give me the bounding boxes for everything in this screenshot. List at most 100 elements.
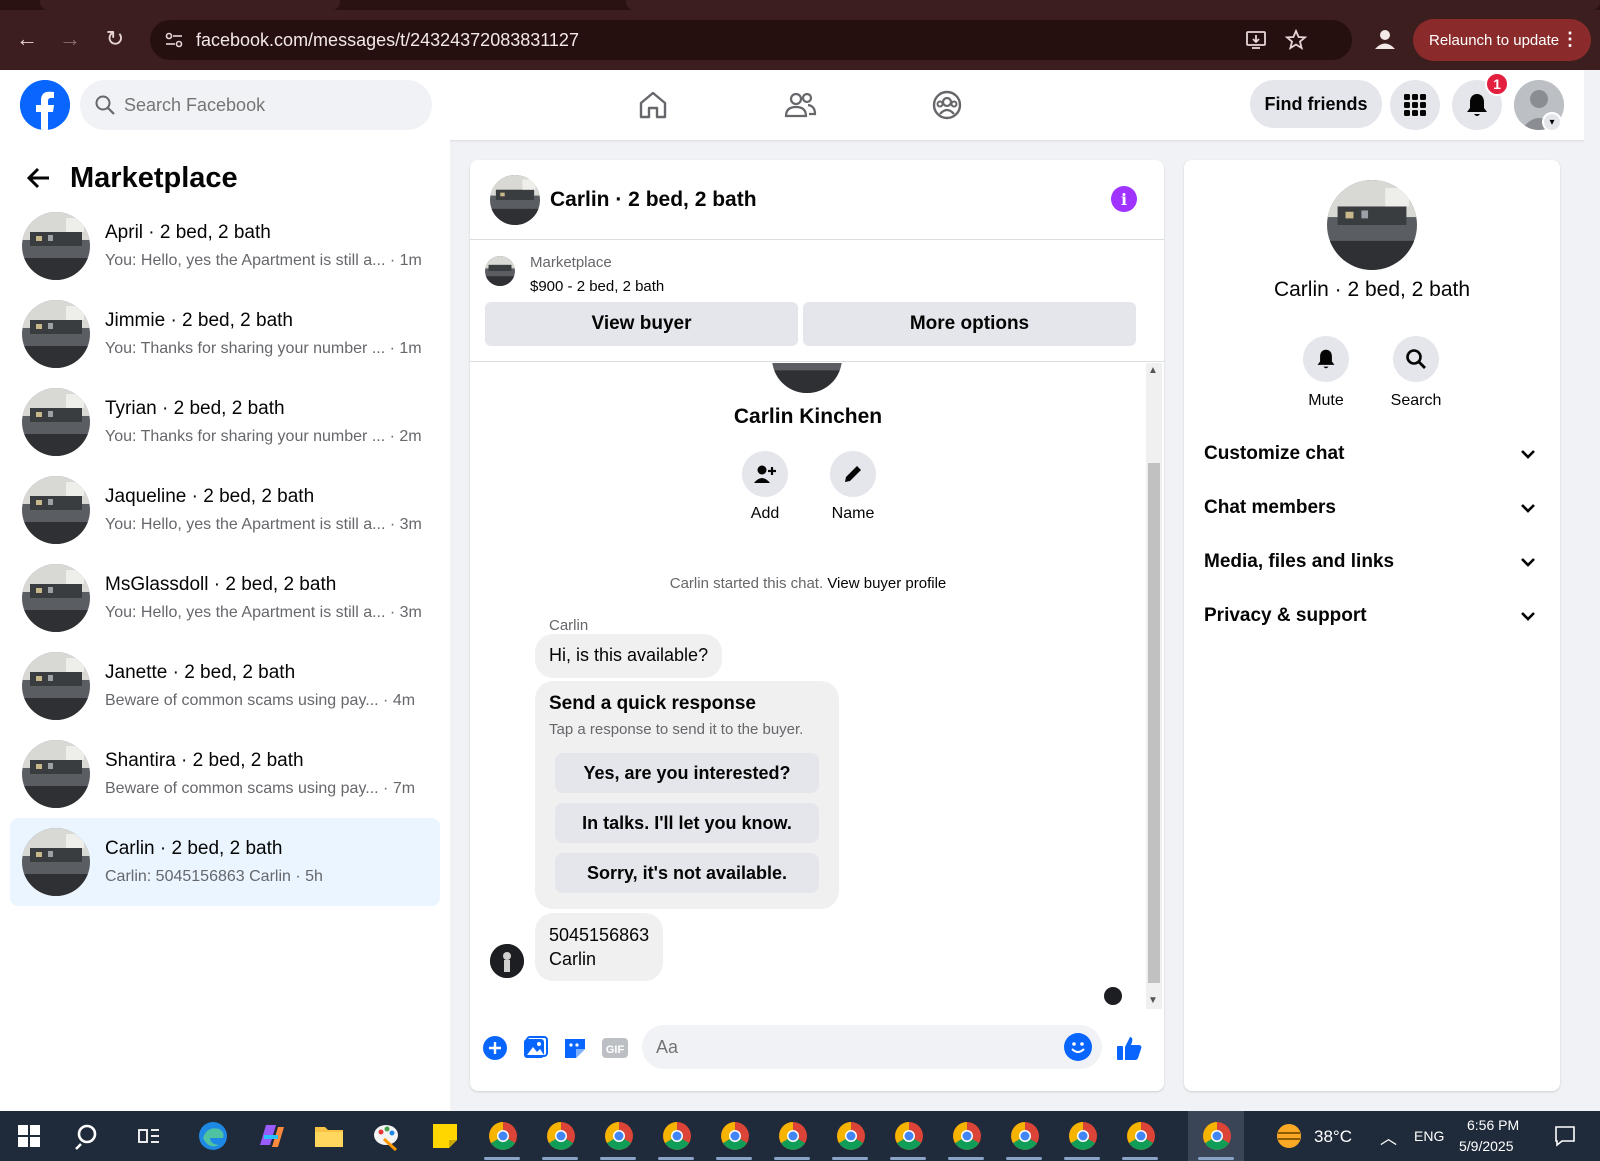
- quick-response-button[interactable]: Yes, are you interested?: [555, 753, 819, 793]
- message-input-box[interactable]: [642, 1025, 1102, 1069]
- chrome-icon[interactable]: [660, 1119, 694, 1153]
- chrome-icon[interactable]: [950, 1119, 984, 1153]
- edge-icon[interactable]: [196, 1119, 230, 1153]
- scroll-down-icon[interactable]: ▼: [1148, 995, 1158, 1006]
- groups-nav[interactable]: [924, 82, 970, 128]
- more-options-button[interactable]: More options: [803, 302, 1136, 346]
- page-scrollbar[interactable]: [1584, 70, 1600, 1111]
- menu-button[interactable]: [1390, 80, 1440, 130]
- url-text[interactable]: facebook.com/messages/t/2432437208383112…: [196, 30, 579, 51]
- taskbar-search-icon[interactable]: [72, 1119, 106, 1153]
- more-menu-icon[interactable]: ⋮: [1561, 29, 1579, 50]
- relaunch-button[interactable]: Relaunch to update ⋮: [1413, 19, 1591, 61]
- listing-thumbnail[interactable]: [485, 256, 515, 286]
- language-indicator[interactable]: ENG: [1414, 1128, 1444, 1144]
- chevron-down-icon[interactable]: ▾: [1542, 112, 1562, 132]
- section-label: Chat members: [1204, 497, 1336, 518]
- weather-temperature[interactable]: 38°C: [1314, 1127, 1352, 1147]
- add-action[interactable]: Add: [725, 451, 805, 523]
- chat-title[interactable]: Carlin · 2 bed, 2 bath: [550, 188, 757, 212]
- like-icon[interactable]: [1114, 1033, 1144, 1063]
- conversation-item-active[interactable]: Carlin · 2 bed, 2 bath Carlin: 504515686…: [10, 818, 440, 906]
- weather-icon[interactable]: [1272, 1119, 1306, 1153]
- listing-price[interactable]: $900 - 2 bed, 2 bath: [530, 278, 664, 295]
- browser-profile-icon[interactable]: [1370, 24, 1400, 54]
- chrome-icon[interactable]: [776, 1119, 810, 1153]
- message-bubble[interactable]: Hi, is this available?: [535, 634, 723, 678]
- clock-time[interactable]: 6:56 PM: [1467, 1117, 1519, 1133]
- chrome-icon-active[interactable]: [1200, 1119, 1234, 1153]
- site-settings-icon[interactable]: [164, 30, 184, 50]
- chrome-icon[interactable]: [1066, 1119, 1100, 1153]
- media-files-section[interactable]: Media, files and links: [1204, 542, 1540, 582]
- chrome-icon[interactable]: [602, 1119, 636, 1153]
- back-icon[interactable]: ←: [10, 22, 44, 56]
- conversation-item[interactable]: Jimmie · 2 bed, 2 bath You: Thanks for s…: [10, 290, 440, 378]
- chrome-icon[interactable]: [1008, 1119, 1042, 1153]
- thread-scrollbar[interactable]: ▲ ▼: [1146, 363, 1162, 1009]
- profile-photo[interactable]: [772, 363, 842, 393]
- conversation-item[interactable]: Janette · 2 bed, 2 bath Beware of common…: [10, 642, 440, 730]
- quick-response-button[interactable]: In talks. I'll let you know.: [555, 803, 819, 843]
- photo-icon[interactable]: [520, 1033, 550, 1063]
- chat-members-section[interactable]: Chat members: [1204, 488, 1540, 528]
- chrome-icon[interactable]: [1124, 1119, 1158, 1153]
- chrome-icon[interactable]: [718, 1119, 752, 1153]
- scrollbar-thumb[interactable]: [1148, 463, 1160, 983]
- view-buyer-button[interactable]: View buyer: [485, 302, 798, 346]
- gif-icon[interactable]: GIF: [600, 1033, 630, 1063]
- quick-response-button[interactable]: Sorry, it's not available.: [555, 853, 819, 893]
- reload-icon[interactable]: ↻: [98, 22, 132, 56]
- name-action[interactable]: Name: [813, 451, 893, 523]
- mute-action[interactable]: Mute: [1281, 336, 1371, 410]
- view-buyer-profile-link[interactable]: View buyer profile: [827, 575, 946, 592]
- emoji-icon[interactable]: [1064, 1033, 1092, 1061]
- more-actions-icon[interactable]: [480, 1033, 510, 1063]
- search-box[interactable]: [80, 80, 432, 130]
- bookmark-star-icon[interactable]: [1284, 28, 1308, 52]
- sticky-notes-icon[interactable]: [428, 1119, 462, 1153]
- browser-tab[interactable]: [626, 0, 1600, 10]
- back-arrow-icon[interactable]: [24, 163, 54, 193]
- search-action[interactable]: Search: [1371, 336, 1461, 410]
- home-nav[interactable]: [630, 82, 676, 128]
- conversation-item[interactable]: Tyrian · 2 bed, 2 bath You: Thanks for s…: [10, 378, 440, 466]
- chat-info-avatar[interactable]: [1327, 180, 1417, 270]
- notification-center-icon[interactable]: [1548, 1119, 1582, 1153]
- browser-tab[interactable]: [40, 0, 340, 10]
- chrome-icon[interactable]: [544, 1119, 578, 1153]
- search-input[interactable]: [124, 80, 424, 130]
- copilot-icon[interactable]: [254, 1119, 288, 1153]
- conversation-item[interactable]: April · 2 bed, 2 bath You: Hello, yes th…: [10, 202, 440, 290]
- message-input[interactable]: [656, 1025, 1036, 1069]
- chrome-icon[interactable]: [892, 1119, 926, 1153]
- customize-chat-section[interactable]: Customize chat: [1204, 434, 1540, 474]
- chat-avatar[interactable]: [490, 175, 540, 225]
- search-label: Search: [1390, 392, 1442, 409]
- task-view-icon[interactable]: [132, 1119, 166, 1153]
- install-app-icon[interactable]: [1244, 28, 1268, 52]
- windows-start-icon[interactable]: [12, 1119, 46, 1153]
- info-icon[interactable]: i: [1111, 186, 1137, 212]
- friends-icon: [784, 92, 817, 118]
- conversation-item[interactable]: Jaqueline · 2 bed, 2 bath You: Hello, ye…: [10, 466, 440, 554]
- address-bar[interactable]: facebook.com/messages/t/2432437208383112…: [150, 20, 1352, 60]
- listing-thumbnail: [22, 828, 90, 896]
- friends-nav[interactable]: [777, 82, 823, 128]
- privacy-support-section[interactable]: Privacy & support: [1204, 596, 1540, 636]
- chrome-icon[interactable]: [834, 1119, 868, 1153]
- forward-icon[interactable]: →: [53, 22, 87, 56]
- sender-avatar[interactable]: [490, 944, 524, 978]
- scroll-up-icon[interactable]: ▲: [1148, 365, 1158, 376]
- facebook-logo-icon[interactable]: [20, 80, 70, 130]
- file-explorer-icon[interactable]: [312, 1119, 346, 1153]
- chrome-icon[interactable]: [486, 1119, 520, 1153]
- conversation-item[interactable]: MsGlassdoll · 2 bed, 2 bath You: Hello, …: [10, 554, 440, 642]
- conversation-item[interactable]: Shantira · 2 bed, 2 bath Beware of commo…: [10, 730, 440, 818]
- find-friends-button[interactable]: Find friends: [1250, 80, 1382, 128]
- tray-overflow-icon[interactable]: ︿: [1380, 1124, 1397, 1149]
- message-bubble[interactable]: 5045156863 Carlin: [535, 913, 663, 981]
- sticker-icon[interactable]: [560, 1033, 590, 1063]
- clock-date[interactable]: 5/9/2025: [1459, 1138, 1514, 1154]
- paint-icon[interactable]: [370, 1119, 404, 1153]
